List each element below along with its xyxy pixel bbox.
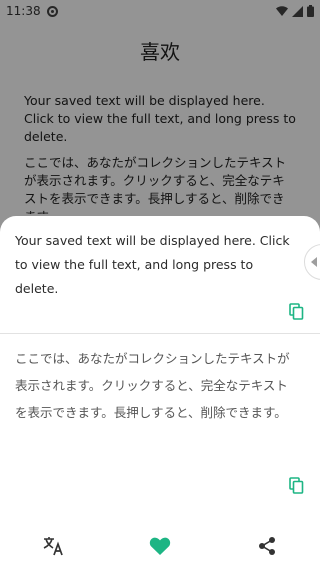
saved-text-card[interactable]: ここでは、あなたがコレクションしたテキストが表示されます。クリックすると、完全な… xyxy=(0,334,320,504)
share-icon xyxy=(259,537,275,555)
saved-text: ここでは、あなたがコレクションしたテキストが表示されます。クリックすると、完全な… xyxy=(15,351,290,420)
translate-icon xyxy=(43,537,63,556)
saved-text-card[interactable]: Your saved text will be displayed here. … xyxy=(0,216,320,334)
translate-button[interactable] xyxy=(42,534,66,558)
saved-text: Your saved text will be displayed here. … xyxy=(15,233,290,296)
sheet-side-handle[interactable] xyxy=(304,244,320,280)
copy-button[interactable] xyxy=(285,474,307,496)
chevron-left-icon xyxy=(311,257,317,267)
bottom-sheet: Your saved text will be displayed here. … xyxy=(0,216,320,569)
copy-button[interactable] xyxy=(285,300,307,322)
share-button[interactable] xyxy=(255,534,279,558)
heart-icon xyxy=(149,537,171,555)
bottom-navigation xyxy=(0,528,320,569)
copy-icon xyxy=(288,476,303,494)
copy-icon xyxy=(288,302,303,320)
favorites-button[interactable] xyxy=(148,534,172,558)
